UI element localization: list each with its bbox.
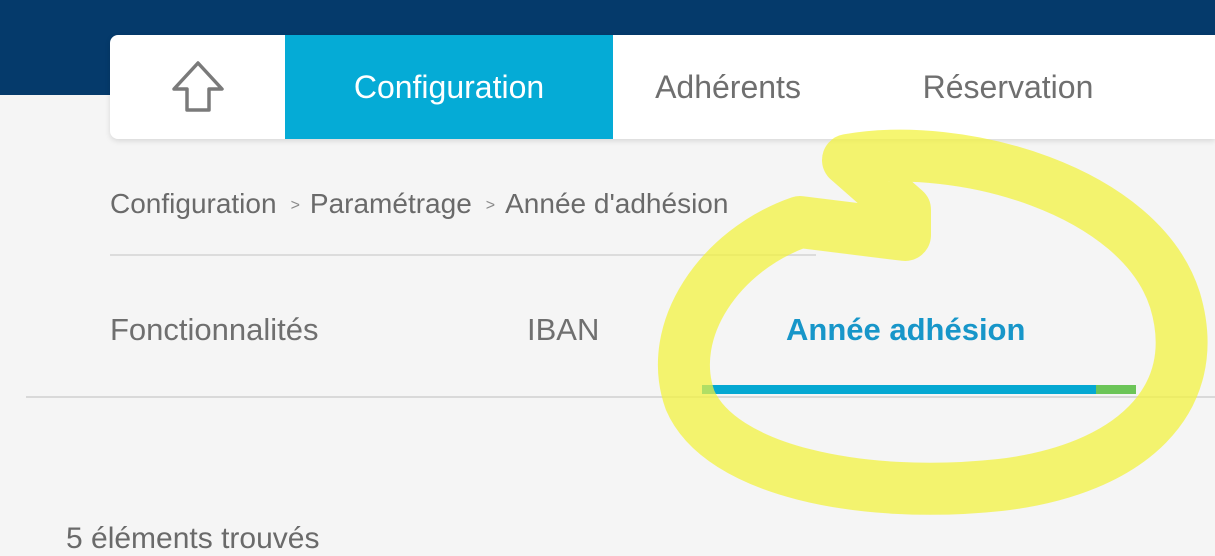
breadcrumb-item-parametrage[interactable]: Paramétrage	[310, 188, 472, 220]
nav-tab-reservation[interactable]: Réservation	[843, 35, 1173, 139]
subtab-fonctionnalites[interactable]: Fonctionnalités	[110, 312, 319, 348]
active-subtab-underline	[702, 385, 1136, 394]
subtab-iban[interactable]: IBAN	[527, 312, 599, 348]
results-count-text: 5 éléments trouvés	[66, 522, 320, 555]
breadcrumb-separator: >	[290, 197, 300, 214]
breadcrumb-separator: >	[485, 197, 496, 214]
breadcrumb-divider	[110, 254, 816, 256]
subtab-divider	[26, 396, 1215, 398]
nav-tab-adherents[interactable]: Adhérents	[613, 35, 843, 139]
nav-tab-configuration[interactable]: Configuration	[285, 35, 613, 139]
breadcrumb-item-annee-adhesion: Année d'adhésion	[505, 188, 729, 219]
home-button[interactable]	[110, 35, 285, 139]
breadcrumb: Configuration > Paramétrage > Année d'ad…	[110, 188, 728, 220]
home-arrow-up-icon	[171, 61, 224, 112]
main-nav: Configuration Adhérents Réservation	[110, 35, 1215, 139]
subtab-annee-adhesion[interactable]: Année adhésion	[786, 312, 1025, 348]
breadcrumb-item-configuration[interactable]: Configuration	[110, 188, 277, 220]
